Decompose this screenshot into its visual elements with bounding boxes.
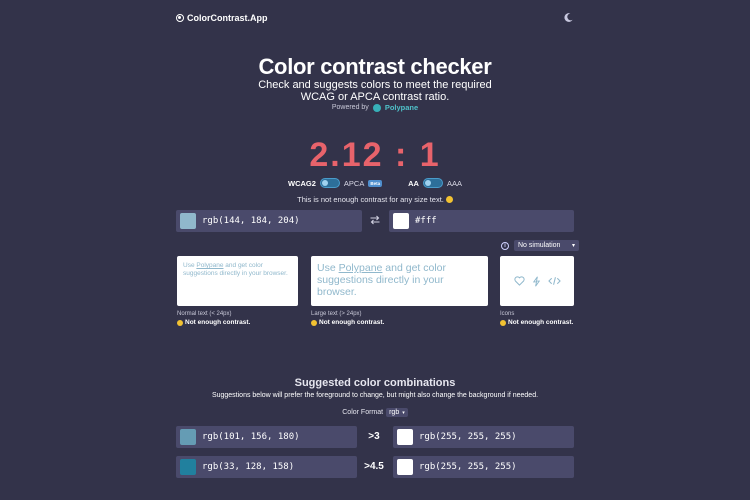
standard-toggles: WCAG2 APCA Beta AA AAA [0,178,750,188]
page-subtitle: Check and suggests colors to meet the re… [0,79,750,103]
contrast-ratio: 2.12 : 1 [309,136,441,174]
suggestion-2-bg-value[interactable]: rgb(255, 255, 255) [419,462,517,472]
background-swatch[interactable] [393,213,409,229]
polypane-link[interactable]: Polypane [385,103,418,112]
color-format-control: Color Format rgb ▾ [0,408,750,417]
suggestion-1-background[interactable]: rgb(255, 255, 255) [393,426,574,448]
large-status-text: Not enough contrast. [319,319,385,326]
suggestion-2-bg-swatch[interactable] [397,459,413,475]
suggestions-title: Suggested color combinations [294,377,456,389]
color-format-value: rgb [389,409,400,416]
sad-face-icon [445,196,453,203]
dark-mode-moon-icon[interactable] [563,12,574,23]
lightning-icon [532,275,540,287]
foreground-color-input[interactable]: rgb(144, 184, 204) [176,210,362,232]
polypane-logo-icon [372,103,381,112]
preview-text-pre: Use [183,262,197,269]
large-text-caption: Large text (> 24px) [311,311,362,317]
subtitle-line-1: Check and suggests colors to meet the re… [258,79,492,91]
apca-label: APCA [343,178,365,188]
wcag-apca-switch[interactable] [319,178,340,188]
suggestion-1-bg-swatch[interactable] [397,429,413,445]
icons-status: Not enough contrast. [500,319,573,326]
contrast-message-text: This is not enough contrast for any size… [297,195,444,204]
background-color-input[interactable]: #fff [389,210,574,232]
simulation-control: i No simulation ▾ [501,240,579,251]
preview-text-pre: Use [317,262,339,274]
aaa-label: AAA [446,178,462,188]
chevron-down-icon: ▾ [402,409,405,416]
aa-aaa-switch[interactable] [422,178,443,188]
simulation-selected: No simulation [518,242,561,249]
normal-text-preview: Use Polypane and get color suggestions d… [177,256,298,306]
suggestion-1-fg-swatch[interactable] [180,429,196,445]
brand-name: ColorContrast.App [187,13,268,23]
suggestions-subtitle: Suggestions below will prefer the foregr… [211,392,539,399]
sad-face-icon [311,319,317,326]
large-text-status: Not enough contrast. [311,319,384,326]
normal-text-status: Not enough contrast. [177,319,250,326]
background-value[interactable]: #fff [415,216,437,226]
simulation-select[interactable]: No simulation ▾ [514,240,579,251]
suggestion-1-foreground[interactable]: rgb(101, 156, 180) [176,426,357,448]
powered-by: Powered by Polypane [0,103,750,112]
large-text-preview: Use Polypane and get color suggestions d… [311,256,488,306]
suggestion-1-ratio: >3 [368,431,380,442]
page-title: Color contrast checker [258,54,492,79]
wcag2-label: WCAG2 [288,178,316,188]
suggestion-2-fg-swatch[interactable] [180,459,196,475]
sad-face-icon [177,319,183,326]
sad-face-icon [500,319,506,326]
heart-icon [513,276,525,286]
normal-text-caption: Normal text (< 24px) [177,311,232,317]
suggestion-2-ratio: >4.5 [364,461,384,472]
wcag-apca-toggle-group: WCAG2 APCA Beta [288,178,383,188]
icons-preview [500,256,574,306]
preview-polypane-link[interactable]: Polypane [196,262,223,269]
code-icon [547,277,561,285]
swap-colors-icon[interactable] [369,214,381,226]
powered-by-label: Powered by [331,104,369,111]
beta-badge: Beta [368,179,383,187]
suggestion-2-fg-value[interactable]: rgb(33, 128, 158) [202,462,294,472]
icons-caption: Icons [500,311,515,317]
suggestion-2-background[interactable]: rgb(255, 255, 255) [393,456,574,478]
normal-status-text: Not enough contrast. [185,319,251,326]
preview-polypane-link[interactable]: Polypane [339,262,383,274]
color-format-select[interactable]: rgb ▾ [386,408,408,417]
color-format-label: Color Format [342,409,384,416]
suggestion-2-foreground[interactable]: rgb(33, 128, 158) [176,456,357,478]
suggestion-1-bg-value[interactable]: rgb(255, 255, 255) [419,432,517,442]
foreground-value[interactable]: rgb(144, 184, 204) [202,216,300,226]
aa-label: AA [408,178,419,188]
suggestion-1-fg-value[interactable]: rgb(101, 156, 180) [202,432,300,442]
aa-aaa-toggle-group: AA AAA [408,178,462,188]
icons-status-text: Not enough contrast. [508,319,574,326]
info-icon[interactable]: i [501,241,509,250]
subtitle-line-2: WCAG or APCA contrast ratio. [300,91,450,103]
copyright-logo-icon [176,14,184,22]
chevron-down-icon: ▾ [571,243,575,249]
contrast-message: This is not enough contrast for any size… [0,195,750,204]
foreground-swatch[interactable] [180,213,196,229]
brand-link[interactable]: ColorContrast.App [176,13,268,23]
